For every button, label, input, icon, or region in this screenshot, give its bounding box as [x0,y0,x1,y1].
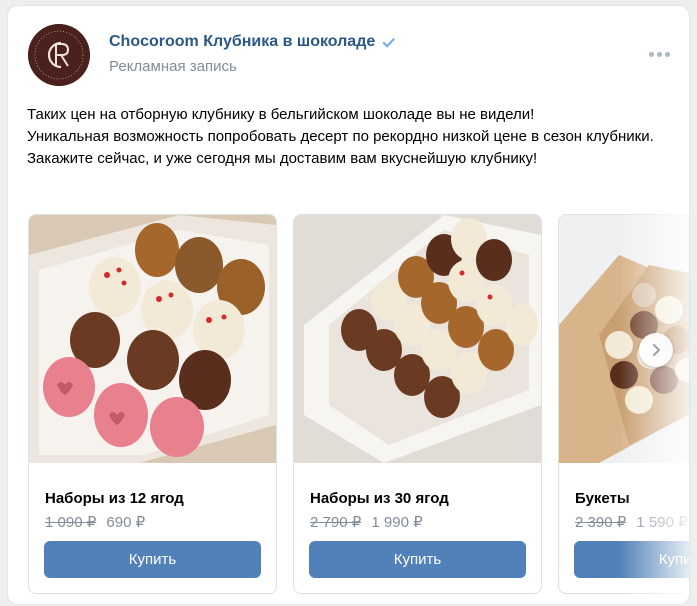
buy-button[interactable]: Купить [574,541,689,578]
post-text-line: Закажите сейчас, и уже сегодня мы достав… [27,150,538,167]
old-price: 1 090 ₽ [45,514,97,531]
verified-icon [383,37,395,47]
post-text-line: Таких цен на отборную клубнику в бельгий… [27,106,535,123]
product-title: Наборы из 30 ягод [310,490,449,507]
new-price: 690 ₽ [106,514,146,531]
ad-label: Рекламная запись [109,58,237,75]
old-price: 2 790 ₽ [310,514,362,531]
product-carousel: Наборы из 12 ягод 1 090 ₽ 690 ₽ Купить Н… [28,214,689,598]
product-card[interactable]: Наборы из 12 ягод 1 090 ₽ 690 ₽ Купить [28,214,277,594]
product-card[interactable]: Букеты 2 390 ₽ 1 590 ₽ Купить [558,214,689,594]
product-card[interactable]: Наборы из 30 ягод 2 790 ₽ 1 990 ₽ Купить [293,214,542,594]
chevron-right-icon[interactable] [639,333,673,367]
product-prices: 2 390 ₽ 1 590 ₽ [575,513,688,531]
product-prices: 2 790 ₽ 1 990 ₽ [310,513,423,531]
post-author[interactable]: Chocoroom Клубника в шоколаде [109,33,396,51]
product-prices: 1 090 ₽ 690 ₽ [45,513,145,531]
author-name[interactable]: Chocoroom Клубника в шоколаде [109,33,375,51]
buy-button[interactable]: Купить [44,541,261,578]
buy-button[interactable]: Купить [309,541,526,578]
product-title: Наборы из 12 ягод [45,490,184,507]
product-photo[interactable] [294,215,541,463]
more-icon[interactable] [649,50,671,58]
old-price: 2 390 ₽ [575,514,627,531]
product-photo[interactable] [29,215,276,463]
new-price: 1 590 ₽ [636,514,688,531]
avatar[interactable] [28,24,90,86]
new-price: 1 990 ₽ [371,514,423,531]
post-text-line: Уникальная возможность попробовать десер… [27,128,654,145]
post-text: Таких цен на отборную клубнику в бельгий… [27,104,672,170]
product-title: Букеты [575,490,630,507]
ad-post: Chocoroom Клубника в шоколаде Рекламная … [8,6,689,604]
